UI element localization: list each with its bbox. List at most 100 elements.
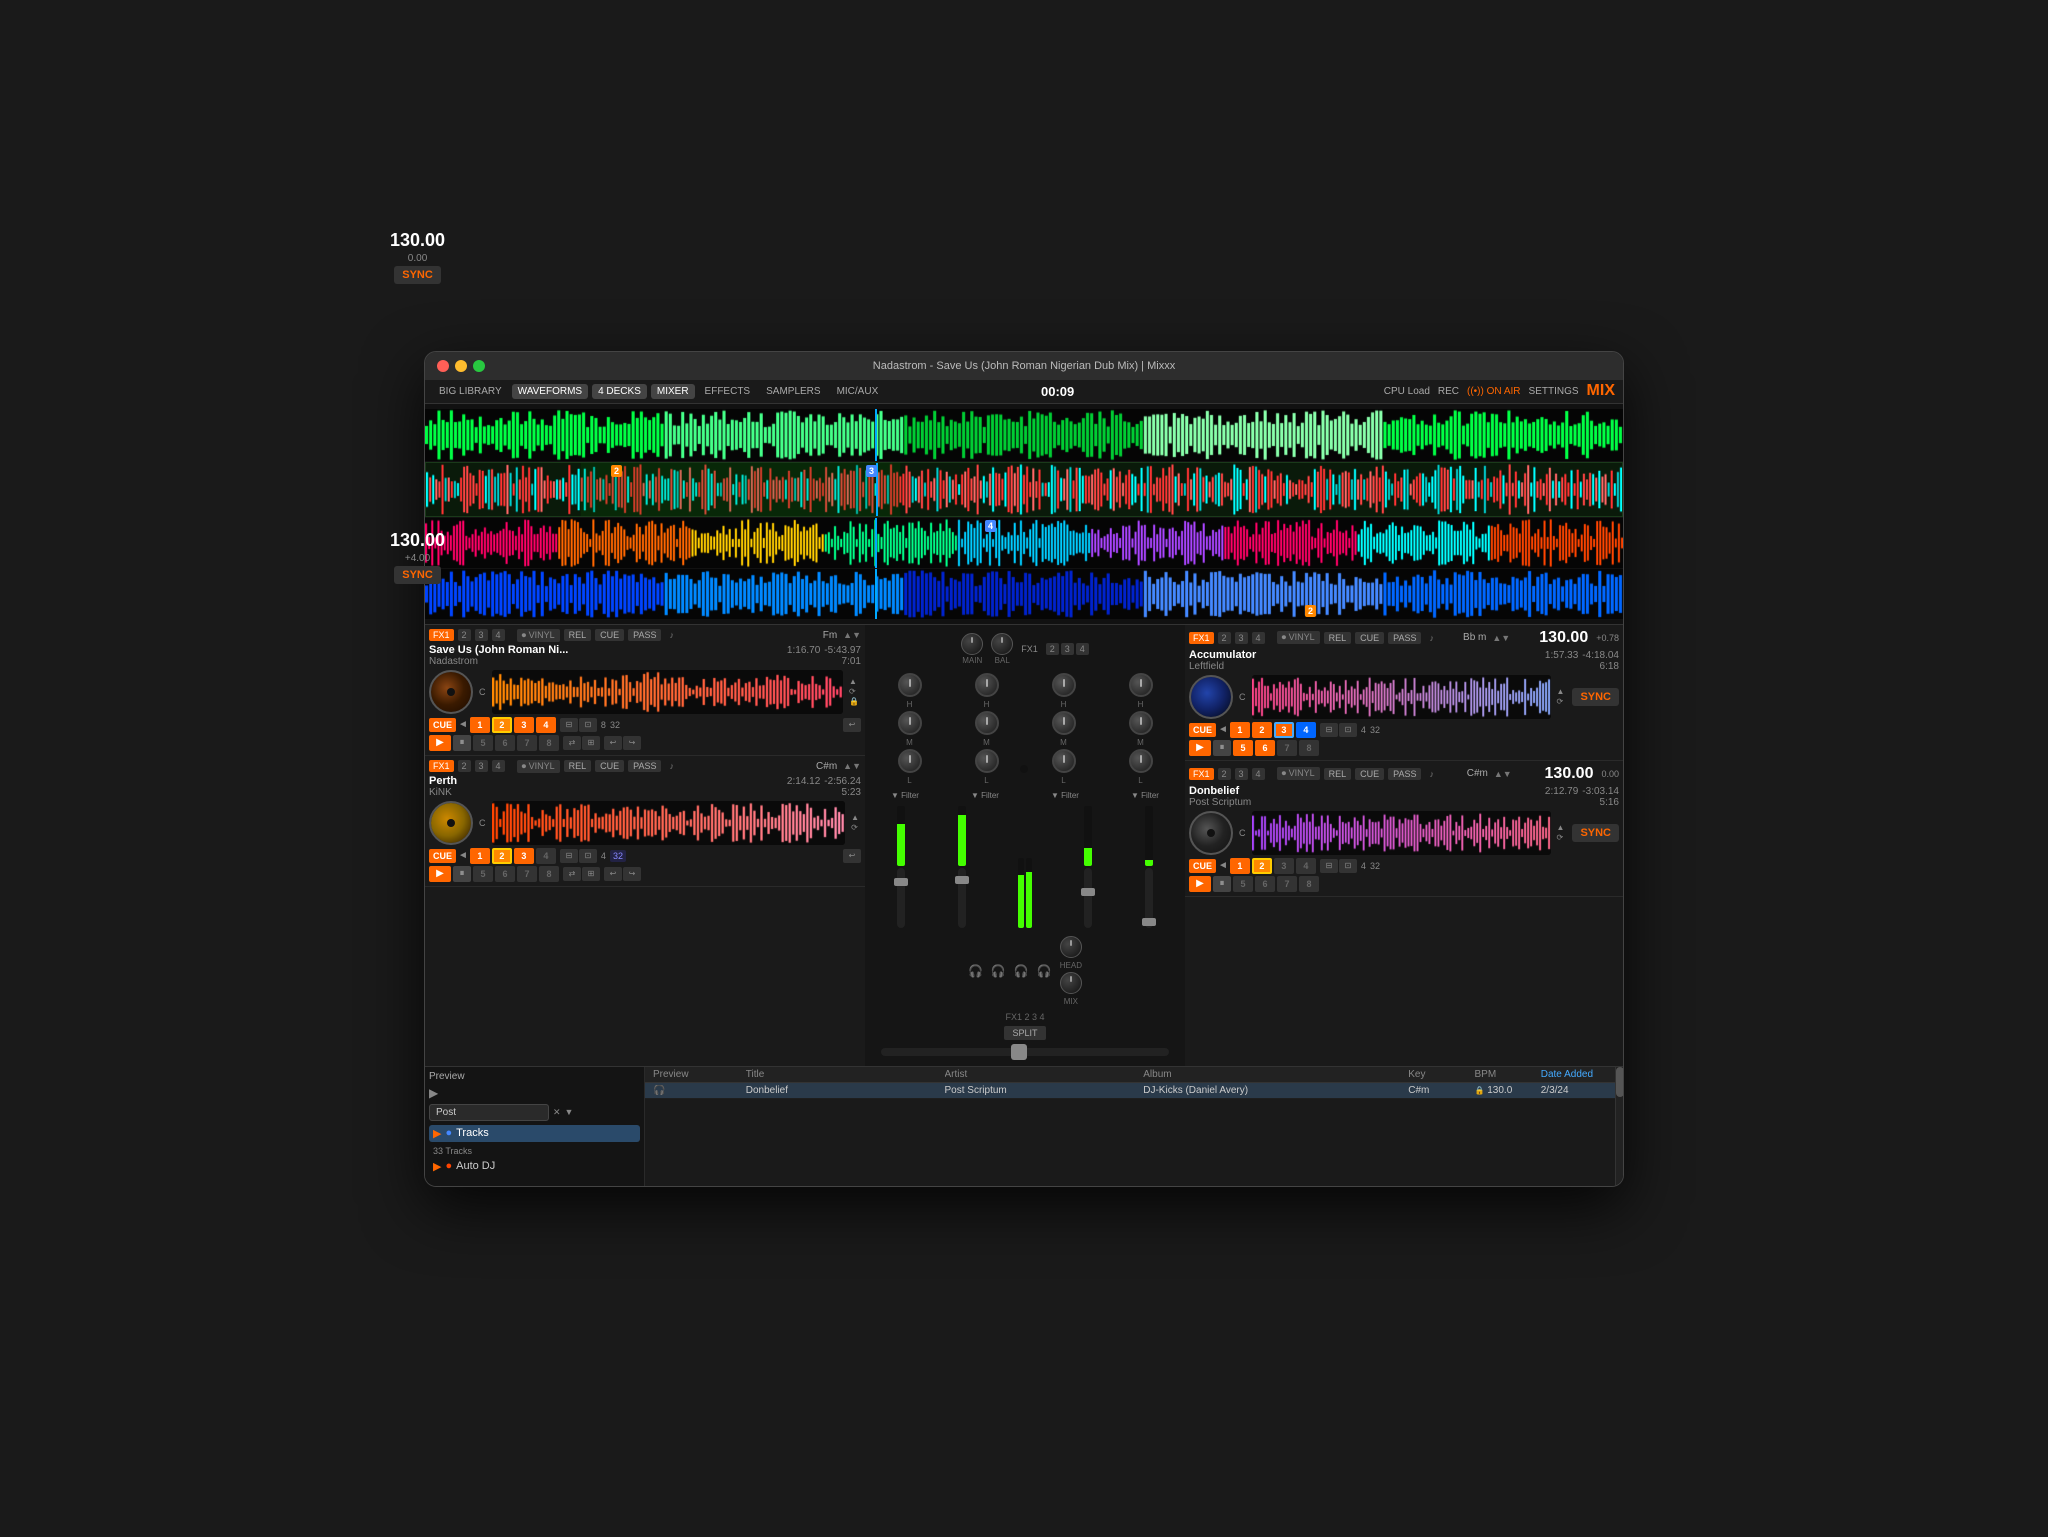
deck3-hotcue-3[interactable]: 3 bbox=[1274, 722, 1294, 738]
deck1-loop[interactable]: 32 bbox=[610, 720, 620, 730]
deck1-hotcue-3[interactable]: 3 bbox=[514, 717, 534, 733]
deck1-pass[interactable]: PASS bbox=[628, 629, 661, 641]
ch1-low-knob[interactable] bbox=[898, 749, 922, 773]
deck3-cue-prev[interactable]: ◄ bbox=[1218, 724, 1228, 735]
headphone-icon-1[interactable]: 🎧 bbox=[968, 964, 983, 978]
deck2-fx2[interactable]: 2 bbox=[458, 760, 471, 772]
deck4-pass[interactable]: PASS bbox=[1388, 768, 1421, 780]
deck4-btn-a[interactable]: ⊟ bbox=[1320, 859, 1338, 873]
col-key[interactable]: Key bbox=[1408, 1069, 1474, 1080]
preview-play[interactable]: ▶ bbox=[429, 1086, 438, 1100]
deck3-pass[interactable]: PASS bbox=[1388, 632, 1421, 644]
deck4-cue-label[interactable]: CUE bbox=[1189, 859, 1216, 873]
deck2-loop[interactable]: 32 bbox=[610, 850, 626, 862]
deck1-fx2[interactable]: 2 bbox=[458, 629, 471, 641]
nav-samplers[interactable]: SAMPLERS bbox=[760, 384, 826, 399]
nav-effects[interactable]: EFFECTS bbox=[699, 384, 757, 399]
deck2-fx3[interactable]: 3 bbox=[475, 760, 488, 772]
crossfader[interactable] bbox=[881, 1048, 1169, 1056]
ch4-fader[interactable] bbox=[1145, 868, 1153, 928]
deck1-vinyl[interactable]: ⏺ VINYL bbox=[517, 629, 560, 642]
deck3-fx1[interactable]: FX1 bbox=[1189, 632, 1214, 644]
library-item-autodj[interactable]: ▶ ● Auto DJ bbox=[429, 1158, 640, 1175]
deck4-hotcue-2[interactable]: 2 bbox=[1252, 858, 1272, 874]
rec-button[interactable]: REC bbox=[1438, 386, 1459, 397]
deck3-pause[interactable]: ⏸ bbox=[1213, 740, 1231, 756]
deck1-t6[interactable]: 6 bbox=[495, 735, 515, 751]
deck2-hotcue-1[interactable]: 1 bbox=[470, 848, 490, 864]
nav-big-library[interactable]: BIG LIBRARY bbox=[433, 384, 508, 399]
deck1-loop2[interactable]: ↩ bbox=[604, 736, 622, 750]
deck2-hotcue-3[interactable]: 3 bbox=[514, 848, 534, 864]
ch3-fader[interactable] bbox=[1084, 868, 1092, 928]
mixer-fx3[interactable]: 3 bbox=[1061, 643, 1074, 655]
bal-knob[interactable] bbox=[991, 633, 1013, 655]
deck3-t8[interactable]: 8 bbox=[1299, 740, 1319, 756]
mix-knob[interactable] bbox=[1060, 972, 1082, 994]
deck4-sync[interactable]: SYNC bbox=[1572, 824, 1619, 842]
ch2-low-knob[interactable] bbox=[975, 749, 999, 773]
head-knob[interactable] bbox=[1060, 936, 1082, 958]
deck2-cue-prev[interactable]: ◄ bbox=[458, 850, 468, 861]
deck4-fx1[interactable]: FX1 bbox=[1189, 768, 1214, 780]
nav-micaux[interactable]: MIC/AUX bbox=[831, 384, 885, 399]
deck1-hotcue-2[interactable]: 2 bbox=[492, 717, 512, 733]
deck3-cue-btn[interactable]: CUE bbox=[1355, 632, 1384, 644]
deck4-fx3[interactable]: 3 bbox=[1235, 768, 1248, 780]
deck4-cue-prev[interactable]: ◄ bbox=[1218, 860, 1228, 871]
nav-4decks[interactable]: 4 DECKS bbox=[592, 384, 647, 399]
col-album[interactable]: Album bbox=[1143, 1069, 1408, 1080]
deck2-loop-btn[interactable]: ↩ bbox=[843, 849, 861, 863]
deck2-fx1[interactable]: FX1 bbox=[429, 760, 454, 772]
deck1-fx3[interactable]: 3 bbox=[475, 629, 488, 641]
mixer-fx2[interactable]: 2 bbox=[1046, 643, 1059, 655]
deck4-t6[interactable]: 6 bbox=[1255, 876, 1275, 892]
scrollbar-thumb[interactable] bbox=[1616, 1067, 1624, 1097]
deck4-rel[interactable]: REL bbox=[1324, 768, 1352, 780]
ch2-hi-knob[interactable] bbox=[975, 673, 999, 697]
mixer-fx4[interactable]: 4 bbox=[1076, 643, 1089, 655]
ch4-low-knob[interactable] bbox=[1129, 749, 1153, 773]
deck2-sync[interactable]: SYNC bbox=[424, 566, 441, 584]
deck2-vinyl[interactable]: ⏺ VINYL bbox=[517, 760, 560, 773]
deck4-fx2[interactable]: 2 bbox=[1218, 768, 1231, 780]
deck4-cue-btn[interactable]: CUE bbox=[1355, 768, 1384, 780]
deck2-rel[interactable]: REL bbox=[564, 760, 592, 772]
deck3-hotcue-1[interactable]: 1 bbox=[1230, 722, 1250, 738]
main-knob[interactable] bbox=[961, 633, 983, 655]
deck1-t8[interactable]: 8 bbox=[539, 735, 559, 751]
search-input[interactable] bbox=[429, 1104, 549, 1121]
deck1-loop-btn[interactable]: ↩ bbox=[843, 718, 861, 732]
deck3-sync[interactable]: SYNC bbox=[1572, 688, 1619, 706]
col-title[interactable]: Title bbox=[746, 1069, 945, 1080]
search-clear[interactable]: ✕ bbox=[553, 1107, 561, 1118]
waveform-detail-deck1[interactable]: 2 3 bbox=[425, 462, 1623, 517]
deck4-play[interactable]: ▶ bbox=[1189, 876, 1211, 892]
deck4-fx4[interactable]: 4 bbox=[1252, 768, 1265, 780]
ch4-hi-knob[interactable] bbox=[1129, 673, 1153, 697]
deck1-quantize[interactable]: 8 bbox=[601, 720, 606, 730]
deck1-mini-waveform[interactable] bbox=[492, 670, 844, 714]
deck1-hotcue-4[interactable]: 4 bbox=[536, 717, 556, 733]
deck2-t7[interactable]: 7 bbox=[517, 866, 537, 882]
deck3-hotcue-4[interactable]: 4 bbox=[1296, 722, 1316, 738]
search-dropdown[interactable]: ▼ bbox=[565, 1107, 574, 1117]
ch2-mid-knob[interactable] bbox=[975, 711, 999, 735]
ch4-mid-knob[interactable] bbox=[1129, 711, 1153, 735]
library-scrollbar[interactable] bbox=[1615, 1067, 1623, 1186]
deck1-fx1[interactable]: FX1 bbox=[429, 629, 454, 641]
deck3-t6[interactable]: 6 bbox=[1255, 740, 1275, 756]
deck2-play[interactable]: ▶ bbox=[429, 866, 451, 882]
deck3-btn-b[interactable]: ⊡ bbox=[1339, 723, 1357, 737]
deck3-loop[interactable]: 32 bbox=[1370, 725, 1380, 735]
col-bpm[interactable]: BPM bbox=[1475, 1069, 1541, 1080]
deck3-fx4[interactable]: 4 bbox=[1252, 632, 1265, 644]
deck3-rel[interactable]: REL bbox=[1324, 632, 1352, 644]
deck1-cue-btn[interactable]: CUE bbox=[595, 629, 624, 641]
waveform-deck4[interactable]: 2 bbox=[425, 569, 1623, 619]
deck3-cue-label[interactable]: CUE bbox=[1189, 723, 1216, 737]
deck1-btn-b[interactable]: ⊡ bbox=[579, 718, 597, 732]
ch3-mid-knob[interactable] bbox=[1052, 711, 1076, 735]
deck3-vinyl[interactable]: ⏺ VINYL bbox=[1277, 631, 1320, 644]
deck4-t5[interactable]: 5 bbox=[1233, 876, 1253, 892]
